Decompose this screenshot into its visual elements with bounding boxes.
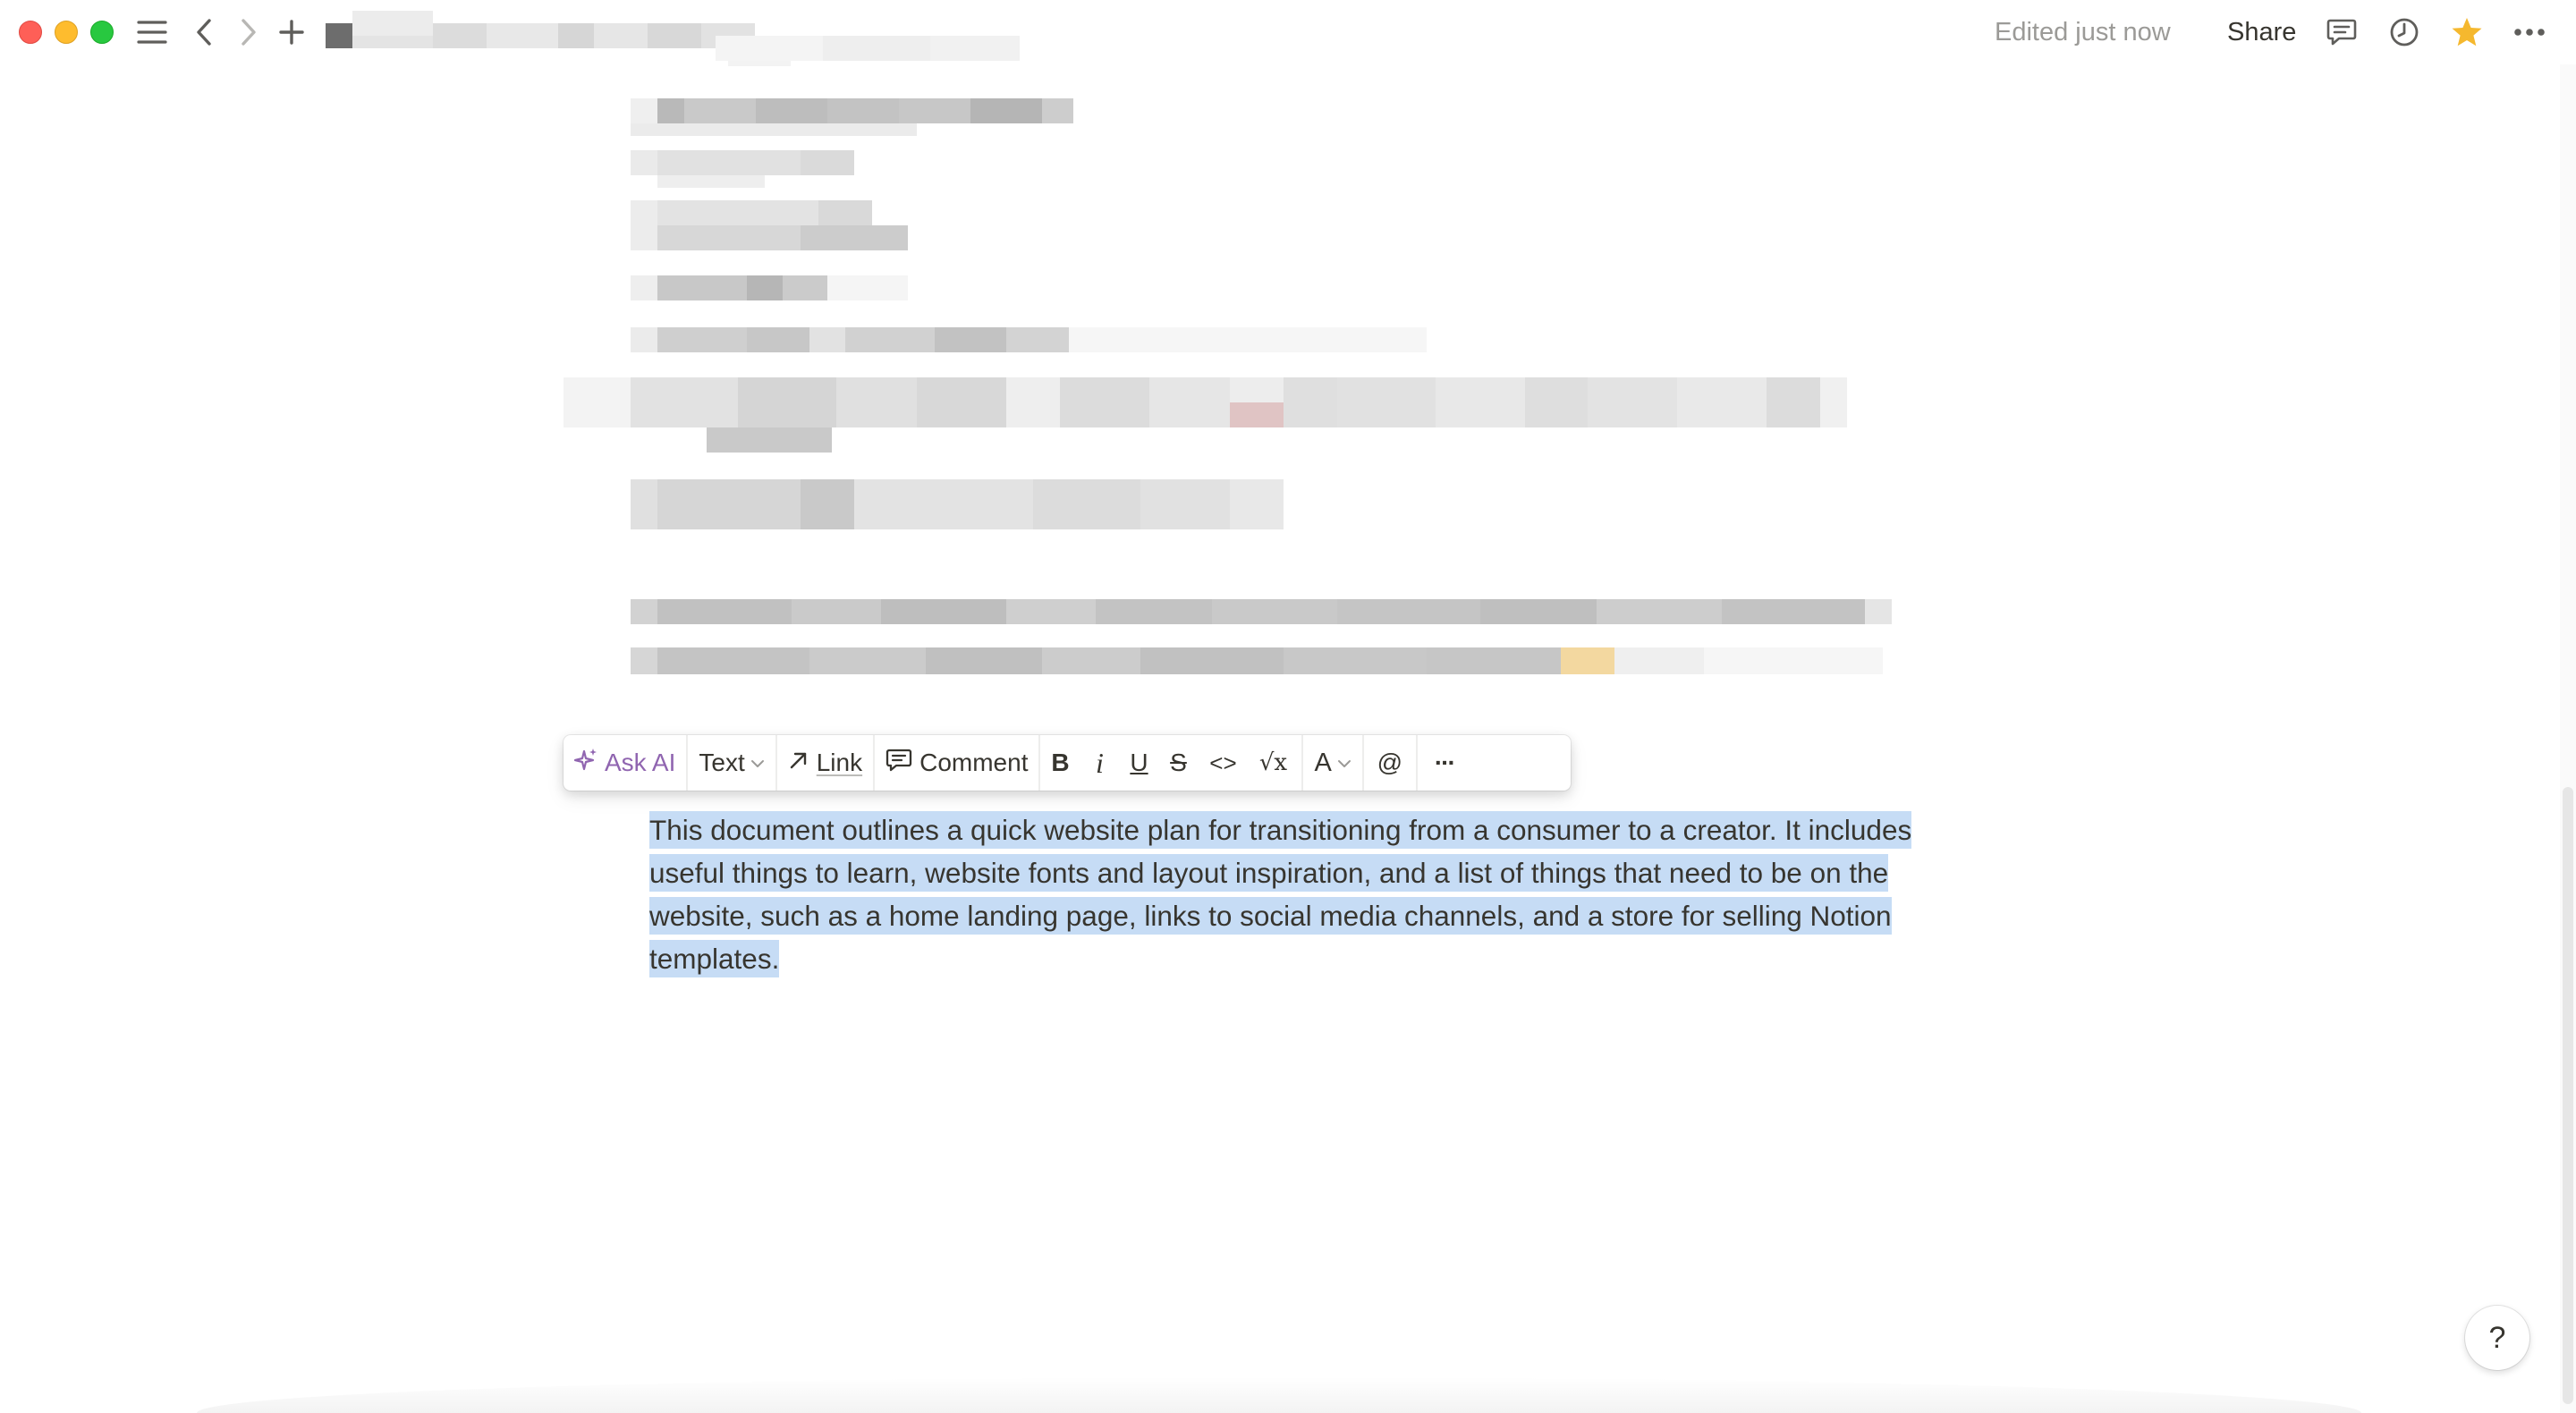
comment-button[interactable]: Comment (875, 735, 1038, 791)
ask-ai-label: Ask AI (605, 749, 676, 776)
selected-paragraph-block[interactable]: This document outlines a quick website p… (649, 808, 1937, 980)
bold-button[interactable]: B (1040, 735, 1080, 791)
new-page-icon[interactable] (274, 14, 309, 50)
ask-ai-button[interactable]: Ask AI (564, 735, 686, 791)
arrow-up-right-icon (788, 749, 809, 777)
sidebar-toggle-icon[interactable] (134, 14, 170, 50)
formatting-toolbar: Ask AI Text Link Comment B i U S <> √x A… (564, 735, 1571, 791)
block-type-dropdown[interactable]: Text (688, 735, 775, 791)
underline-button[interactable]: U (1119, 735, 1158, 791)
link-button[interactable]: Link (777, 735, 873, 791)
italic-button[interactable]: i (1080, 735, 1119, 791)
link-label: Link (816, 749, 863, 776)
chevron-down-icon (1337, 754, 1352, 773)
comments-icon[interactable] (2324, 14, 2360, 50)
text-color-label: A (1314, 748, 1332, 777)
mention-button[interactable]: @ (1364, 735, 1416, 791)
comment-label: Comment (919, 749, 1029, 776)
chevron-down-icon (750, 754, 765, 773)
strikethrough-button[interactable]: S (1158, 735, 1198, 791)
more-options-button[interactable]: ··· (1418, 735, 1471, 791)
history-icon[interactable] (2386, 14, 2422, 50)
notion-window: Edited just now Share Ask AI Text Link C… (0, 0, 2576, 1413)
redacted-content (564, 36, 1892, 674)
sparkle-icon (573, 748, 597, 779)
equation-button[interactable]: √x (1248, 735, 1298, 791)
favorite-star-icon[interactable] (2449, 14, 2485, 50)
window-zoom-button[interactable] (90, 21, 114, 44)
block-type-label: Text (699, 749, 745, 776)
share-button[interactable]: Share (2227, 16, 2296, 48)
scrollbar-thumb[interactable] (2563, 787, 2573, 1404)
inline-code-button[interactable]: <> (1198, 735, 1248, 791)
back-icon[interactable] (186, 14, 222, 50)
window-minimize-button[interactable] (55, 21, 78, 44)
help-button[interactable]: ? (2465, 1306, 2529, 1370)
selected-paragraph-text[interactable]: This document outlines a quick website p… (649, 811, 1912, 977)
text-color-dropdown[interactable]: A (1303, 735, 1361, 791)
window-close-button[interactable] (19, 21, 42, 44)
comment-icon (886, 748, 912, 779)
bottom-shadow (197, 1377, 2361, 1413)
edited-status: Edited just now (1995, 18, 2171, 47)
forward-icon[interactable] (231, 14, 267, 50)
more-icon[interactable] (2512, 14, 2547, 50)
